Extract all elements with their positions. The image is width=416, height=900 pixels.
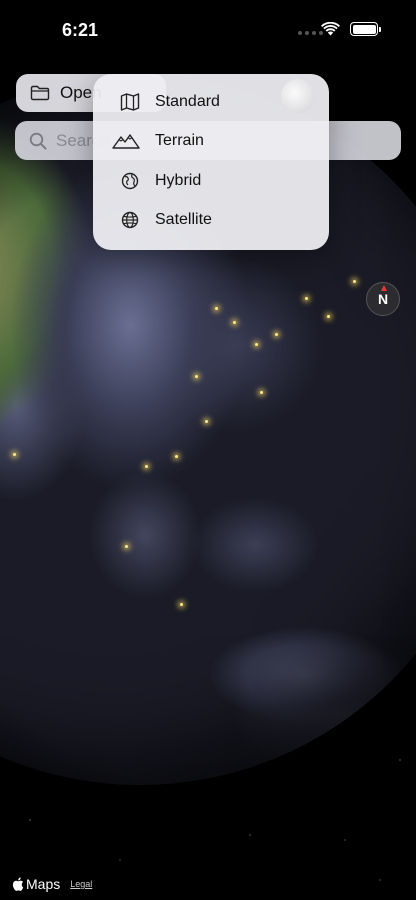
search-icon	[29, 132, 47, 149]
menu-item-hybrid[interactable]: Hybrid	[93, 161, 329, 201]
status-icons	[321, 22, 381, 36]
mountains-icon	[112, 130, 141, 152]
menu-item-satellite[interactable]: Satellite	[93, 201, 329, 241]
city-light	[275, 333, 278, 336]
city-light	[175, 455, 178, 458]
city-light	[233, 321, 236, 324]
city-light	[327, 315, 330, 318]
city-light	[145, 465, 148, 468]
compass-button[interactable]: N	[366, 282, 400, 316]
wifi-icon	[321, 22, 340, 36]
city-light	[260, 391, 263, 394]
compass-letter: N	[377, 291, 389, 307]
status-bar: 6:21	[0, 0, 416, 62]
battery-icon	[350, 22, 381, 36]
map-screen: 6:21 Open Search Standard Terrain Hybrid…	[0, 0, 416, 900]
city-light	[180, 603, 183, 606]
city-light	[125, 545, 128, 548]
map-type-menu: Standard Terrain Hybrid Satellite	[93, 74, 329, 250]
globe-hybrid-icon	[119, 170, 141, 192]
menu-item-label: Hybrid	[155, 171, 202, 189]
map-attribution: Maps Legal	[12, 876, 92, 892]
dynamic-island-dots	[298, 31, 323, 35]
legal-link[interactable]: Legal	[70, 879, 92, 889]
globe-icon	[119, 209, 141, 231]
city-light	[305, 297, 308, 300]
compass-needle-icon	[381, 285, 387, 291]
maps-logo: Maps	[12, 876, 60, 892]
map-icon	[119, 91, 141, 113]
menu-corner-highlight	[281, 79, 315, 113]
city-light	[255, 343, 258, 346]
city-light	[13, 453, 16, 456]
city-light	[353, 280, 356, 283]
menu-item-label: Terrain	[155, 132, 204, 150]
status-time: 6:21	[62, 20, 99, 40]
menu-item-label: Standard	[155, 92, 220, 110]
city-light	[195, 375, 198, 378]
maps-brand-label: Maps	[26, 876, 61, 892]
city-light	[205, 420, 208, 423]
apple-logo-icon	[12, 877, 24, 891]
menu-item-label: Satellite	[155, 211, 212, 229]
folder-icon	[30, 85, 50, 101]
city-light	[215, 307, 218, 310]
menu-item-terrain[interactable]: Terrain	[93, 122, 329, 162]
